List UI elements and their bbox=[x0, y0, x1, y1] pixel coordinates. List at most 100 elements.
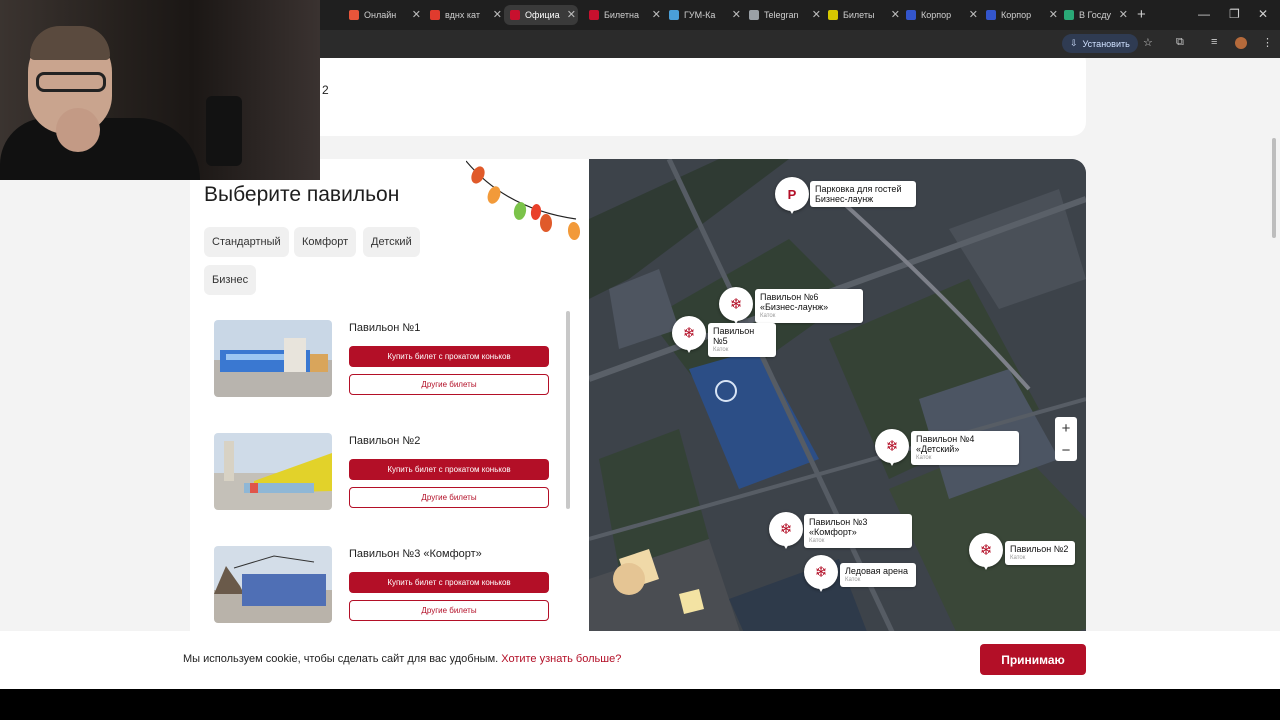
marker-label-sub: Каток bbox=[760, 313, 776, 319]
webcam-person-body bbox=[0, 118, 200, 180]
buy-ticket-skate-rental-button[interactable]: Купить билет с прокатом коньков bbox=[349, 459, 549, 480]
minimize-icon[interactable]: — bbox=[1198, 7, 1210, 21]
tab-close-icon[interactable]: ✕ bbox=[969, 8, 978, 21]
tab-label: Онлайн bbox=[364, 10, 397, 20]
letterbox-bar bbox=[0, 689, 1280, 720]
ice-arena-label: Ледовая арена Каток bbox=[840, 563, 916, 587]
tab-favicon-icon bbox=[669, 10, 679, 20]
tab-close-icon[interactable]: ✕ bbox=[732, 8, 741, 21]
tab-favicon-icon bbox=[349, 10, 359, 20]
map-satellite-layer bbox=[589, 159, 1086, 689]
cookie-message: Мы используем cookie, чтобы сделать сайт… bbox=[183, 653, 621, 665]
marker-label-line1: Павильон №6 bbox=[760, 292, 819, 302]
accept-cookies-button[interactable]: Принимаю bbox=[980, 644, 1086, 675]
pavilion-3-marker-icon[interactable]: ❄ bbox=[769, 512, 803, 549]
garland-decoration bbox=[466, 160, 581, 240]
marker-label-sub: Каток bbox=[809, 538, 825, 544]
pavilion-card: Павильон №1 Купить билет с прокатом конь… bbox=[214, 320, 554, 420]
marker-label-line1: Павильон №2 bbox=[1010, 544, 1069, 554]
pavilion-section: Выберите павильон Стандартный Комфорт Де… bbox=[190, 159, 1086, 689]
marker-label-line2: «Детский» bbox=[916, 444, 960, 454]
marker-label-line1: Павильон №4 bbox=[916, 434, 975, 444]
previous-section-text: 2 bbox=[322, 83, 329, 97]
install-label: Установить bbox=[1082, 38, 1130, 49]
tab-label: вднх кат bbox=[445, 10, 480, 20]
screen: Онлайн ✕ вднх кат ✕ Официа ✕ Билетна ✕ ГУМ-К… bbox=[0, 0, 1280, 720]
tab-8[interactable]: Корпор ✕ bbox=[980, 5, 1060, 25]
tab-1[interactable]: вднх кат ✕ bbox=[424, 5, 504, 25]
tab-close-icon[interactable]: ✕ bbox=[891, 8, 900, 21]
ice-arena-marker-icon[interactable]: ❄ bbox=[804, 555, 838, 592]
other-tickets-button[interactable]: Другие билеты bbox=[349, 487, 549, 508]
map-zoom-control: + − bbox=[1055, 417, 1077, 461]
filter-comfort-chip[interactable]: Комфорт bbox=[294, 227, 357, 257]
tab-close-icon[interactable]: ✕ bbox=[652, 8, 661, 21]
pavilion-2-label: Павильон №2 Каток bbox=[1005, 541, 1075, 565]
browser-menu-icon[interactable]: ⋮ bbox=[1262, 36, 1273, 49]
tab-favicon-icon bbox=[906, 10, 916, 20]
tab-favicon-icon bbox=[986, 10, 996, 20]
tab-close-icon[interactable]: ✕ bbox=[567, 8, 576, 21]
pavilion-2-marker-icon[interactable]: ❄ bbox=[969, 533, 1003, 570]
zoom-out-button[interactable]: − bbox=[1055, 439, 1077, 461]
other-tickets-button[interactable]: Другие билеты bbox=[349, 600, 549, 621]
tab-label: Билеты bbox=[843, 10, 875, 20]
pavilion-4-marker-icon[interactable]: ❄ bbox=[875, 429, 909, 466]
zoom-in-button[interactable]: + bbox=[1055, 417, 1077, 439]
tab-close-icon[interactable]: ✕ bbox=[412, 8, 421, 21]
cookie-learn-more-link[interactable]: Хотите узнать больше? bbox=[501, 653, 621, 665]
parking-marker-icon[interactable]: P bbox=[775, 177, 809, 214]
buy-ticket-skate-rental-button[interactable]: Купить билет с прокатом коньков bbox=[349, 346, 549, 367]
tab-close-icon[interactable]: ✕ bbox=[1119, 8, 1128, 21]
new-tab-plus-icon[interactable]: + bbox=[1137, 6, 1146, 23]
profile-avatar[interactable] bbox=[1235, 37, 1247, 49]
pavilion-name: Павильон №1 bbox=[349, 322, 421, 334]
tab-close-icon[interactable]: ✕ bbox=[493, 8, 502, 21]
pavilion-1-photo bbox=[214, 320, 332, 397]
page-scrollbar[interactable] bbox=[1272, 138, 1276, 238]
marker-label-sub: Каток bbox=[713, 347, 729, 353]
pavilion-list-scrollbar[interactable] bbox=[566, 311, 570, 509]
extensions-icon[interactable]: ⧉ bbox=[1176, 36, 1184, 49]
tab-3[interactable]: Билетна ✕ bbox=[583, 5, 663, 25]
tab-2-active[interactable]: Официа ✕ bbox=[504, 5, 578, 25]
marker-label-line1: Ледовая арена bbox=[845, 566, 909, 576]
tab-9[interactable]: В Госду ✕ bbox=[1058, 5, 1130, 25]
close-window-icon[interactable]: ✕ bbox=[1258, 7, 1268, 21]
pavilion-2-photo bbox=[214, 433, 332, 510]
tab-favicon-icon bbox=[589, 10, 599, 20]
tab-4[interactable]: ГУМ-Ка ✕ bbox=[663, 5, 743, 25]
filter-standard-chip[interactable]: Стандартный bbox=[204, 227, 289, 257]
pavilion-5-label: Павильон №5 Каток bbox=[708, 323, 776, 357]
tab-close-icon[interactable]: ✕ bbox=[1049, 8, 1058, 21]
tab-favicon-icon bbox=[430, 10, 440, 20]
install-app-button[interactable]: ⇩ Установить bbox=[1062, 34, 1138, 53]
parking-label-line1: Парковка для гостей bbox=[815, 184, 902, 194]
media-control-icon[interactable]: ≡ bbox=[1211, 36, 1217, 48]
pavilion-6-marker-icon[interactable]: ❄ bbox=[719, 287, 753, 324]
tab-0[interactable]: Онлайн ✕ bbox=[343, 5, 423, 25]
tab-label: Telegran bbox=[764, 10, 799, 20]
tab-favicon-icon bbox=[749, 10, 759, 20]
tab-label: Корпор bbox=[1001, 10, 1032, 20]
previous-section-card bbox=[190, 58, 1086, 136]
buy-ticket-skate-rental-button[interactable]: Купить билет с прокатом коньков bbox=[349, 572, 549, 593]
pavilion-3-photo bbox=[214, 546, 332, 623]
tab-6[interactable]: Билеты ✕ bbox=[822, 5, 902, 25]
install-icon: ⇩ bbox=[1070, 38, 1078, 48]
venue-map[interactable]: P Парковка для гостей Бизнес-лаунж ❄ Пави… bbox=[589, 159, 1086, 689]
marker-label-line1: Павильон №5 bbox=[713, 326, 755, 346]
pavilion-5-marker-icon[interactable]: ❄ bbox=[672, 316, 706, 353]
filter-business-chip[interactable]: Бизнес bbox=[204, 265, 257, 295]
tab-5[interactable]: Telegran ✕ bbox=[743, 5, 823, 25]
bookmark-star-icon[interactable]: ☆ bbox=[1143, 36, 1153, 49]
tab-7[interactable]: Корпор ✕ bbox=[900, 5, 980, 25]
tab-close-icon[interactable]: ✕ bbox=[812, 8, 821, 21]
tab-favicon-icon bbox=[510, 10, 520, 20]
pavilion-card: Павильон №2 Купить билет с прокатом конь… bbox=[214, 433, 554, 533]
tab-label: В Госду bbox=[1079, 10, 1112, 20]
other-tickets-button[interactable]: Другие билеты bbox=[349, 374, 549, 395]
maximize-icon[interactable]: ❐ bbox=[1229, 7, 1240, 21]
filter-kids-chip[interactable]: Детский bbox=[363, 227, 420, 257]
webcam-overlay bbox=[0, 0, 320, 180]
